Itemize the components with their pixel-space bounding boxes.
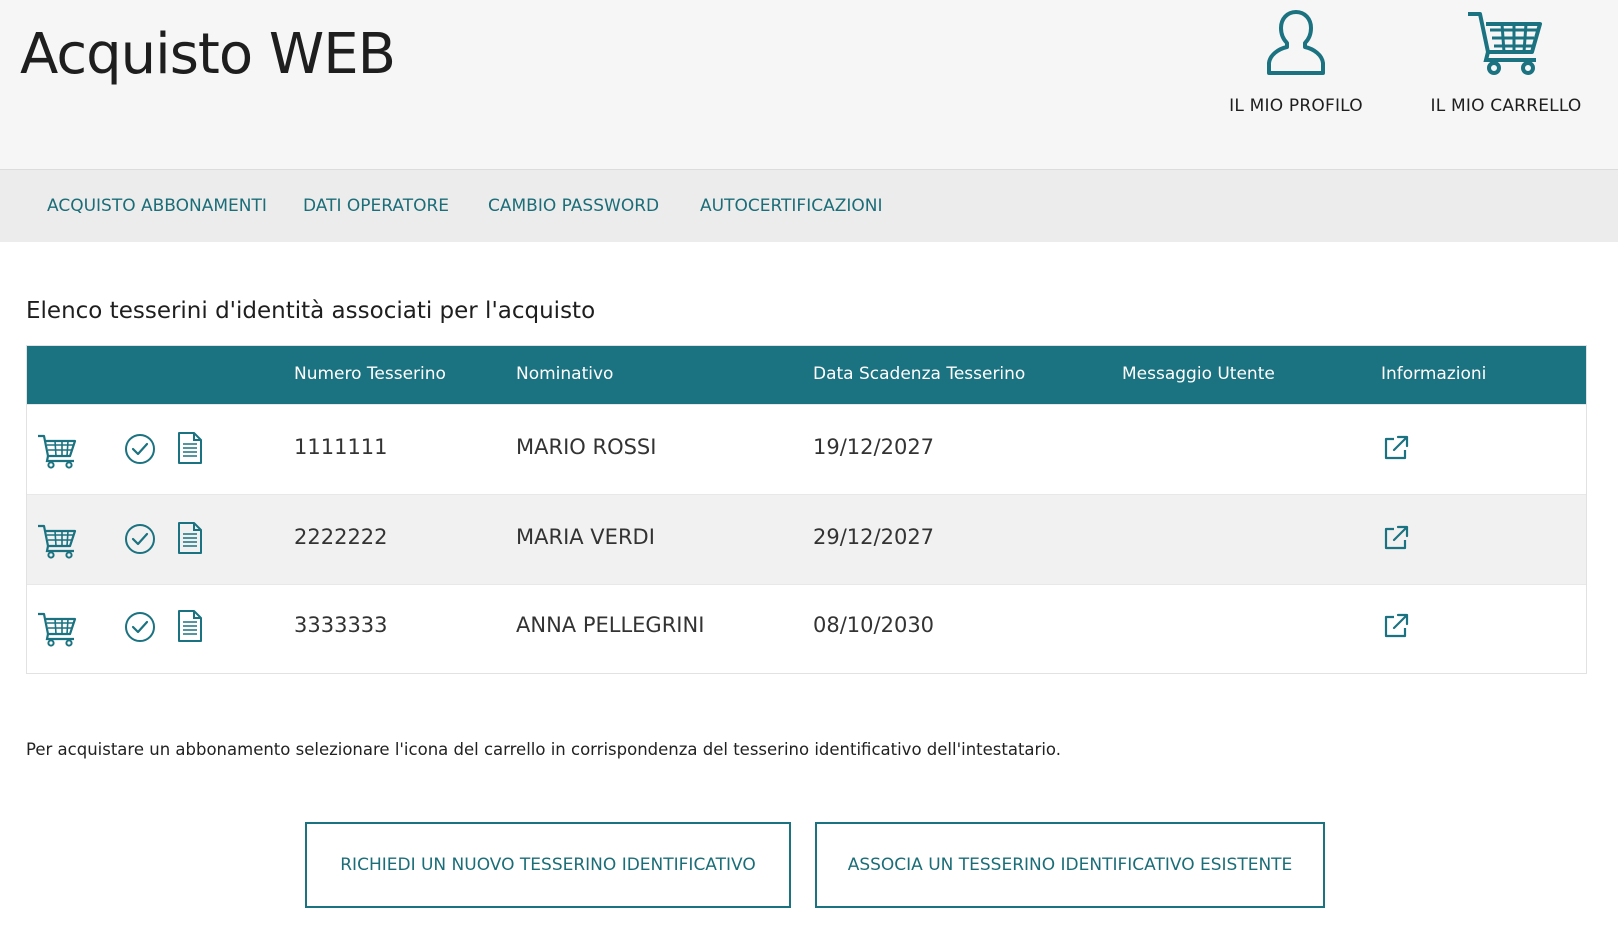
nav-item-autocertificazioni[interactable]: AUTOCERTIFICAZIONI <box>700 196 882 216</box>
cart-icon[interactable] <box>37 433 79 473</box>
external-link-icon[interactable] <box>1383 525 1409 555</box>
cell-scadenza: 29/12/2027 <box>813 525 935 549</box>
cart-icon[interactable] <box>37 611 79 651</box>
table-header: Numero Tesserino Nominativo Data Scadenz… <box>27 346 1586 404</box>
column-header-nominativo: Nominativo <box>516 364 614 384</box>
cell-nominativo: ANNA PELLEGRINI <box>516 613 705 637</box>
column-header-informazioni: Informazioni <box>1381 364 1487 384</box>
nav-item-acquisto-abbonamenti[interactable]: ACQUISTO ABBONAMENTI <box>47 196 267 216</box>
main-nav: ACQUISTO ABBONAMENTI DATI OPERATORE CAMB… <box>0 170 1618 242</box>
associate-existing-card-button[interactable]: ASSOCIA UN TESSERINO IDENTIFICATIVO ESIS… <box>815 822 1325 908</box>
check-circle-icon[interactable] <box>124 523 156 559</box>
my-profile-button[interactable]: IL MIO PROFILO <box>1206 8 1386 128</box>
check-circle-icon[interactable] <box>124 433 156 469</box>
cell-scadenza: 19/12/2027 <box>813 435 935 459</box>
cell-nominativo: MARIO ROSSI <box>516 435 657 459</box>
column-header-messaggio: Messaggio Utente <box>1122 364 1275 384</box>
my-profile-label: IL MIO PROFILO <box>1229 96 1363 116</box>
external-link-icon[interactable] <box>1383 613 1409 643</box>
column-header-scadenza: Data Scadenza Tesserino <box>813 364 1026 384</box>
check-circle-icon[interactable] <box>124 611 156 647</box>
request-new-card-button[interactable]: RICHIEDI UN NUOVO TESSERINO IDENTIFICATI… <box>305 822 791 908</box>
nav-item-cambio-password[interactable]: CAMBIO PASSWORD <box>488 196 659 216</box>
cell-numero: 1111111 <box>294 435 388 459</box>
cell-numero: 3333333 <box>294 613 388 637</box>
cell-nominativo: MARIA VERDI <box>516 525 655 549</box>
app-header: Acquisto WEB IL MIO PROFILO IL MIO CARRE… <box>0 0 1618 170</box>
app-title: Acquisto WEB <box>20 22 396 87</box>
document-icon[interactable] <box>177 431 203 469</box>
table-row: 3333333 ANNA PELLEGRINI 08/10/2030 <box>27 584 1586 674</box>
nav-item-dati-operatore[interactable]: DATI OPERATORE <box>303 196 449 216</box>
document-icon[interactable] <box>177 609 203 647</box>
cart-icon[interactable] <box>37 523 79 563</box>
table-row: 2222222 MARIA VERDI 29/12/2027 <box>27 494 1586 584</box>
user-profile-icon <box>1267 10 1325 75</box>
external-link-icon[interactable] <box>1383 435 1409 465</box>
shopping-cart-icon <box>1468 12 1542 75</box>
column-header-numero: Numero Tesserino <box>294 364 446 384</box>
document-icon[interactable] <box>177 521 203 559</box>
section-title: Elenco tesserini d'identità associati pe… <box>26 298 596 324</box>
cards-table: Numero Tesserino Nominativo Data Scadenz… <box>26 345 1587 674</box>
my-cart-label: IL MIO CARRELLO <box>1430 96 1582 116</box>
table-row: 1111111 MARIO ROSSI 19/12/2027 <box>27 404 1586 494</box>
my-cart-button[interactable]: IL MIO CARRELLO <box>1416 8 1596 128</box>
cell-numero: 2222222 <box>294 525 388 549</box>
cell-scadenza: 08/10/2030 <box>813 613 935 637</box>
purchase-instructions: Per acquistare un abbonamento selezionar… <box>26 740 1061 759</box>
